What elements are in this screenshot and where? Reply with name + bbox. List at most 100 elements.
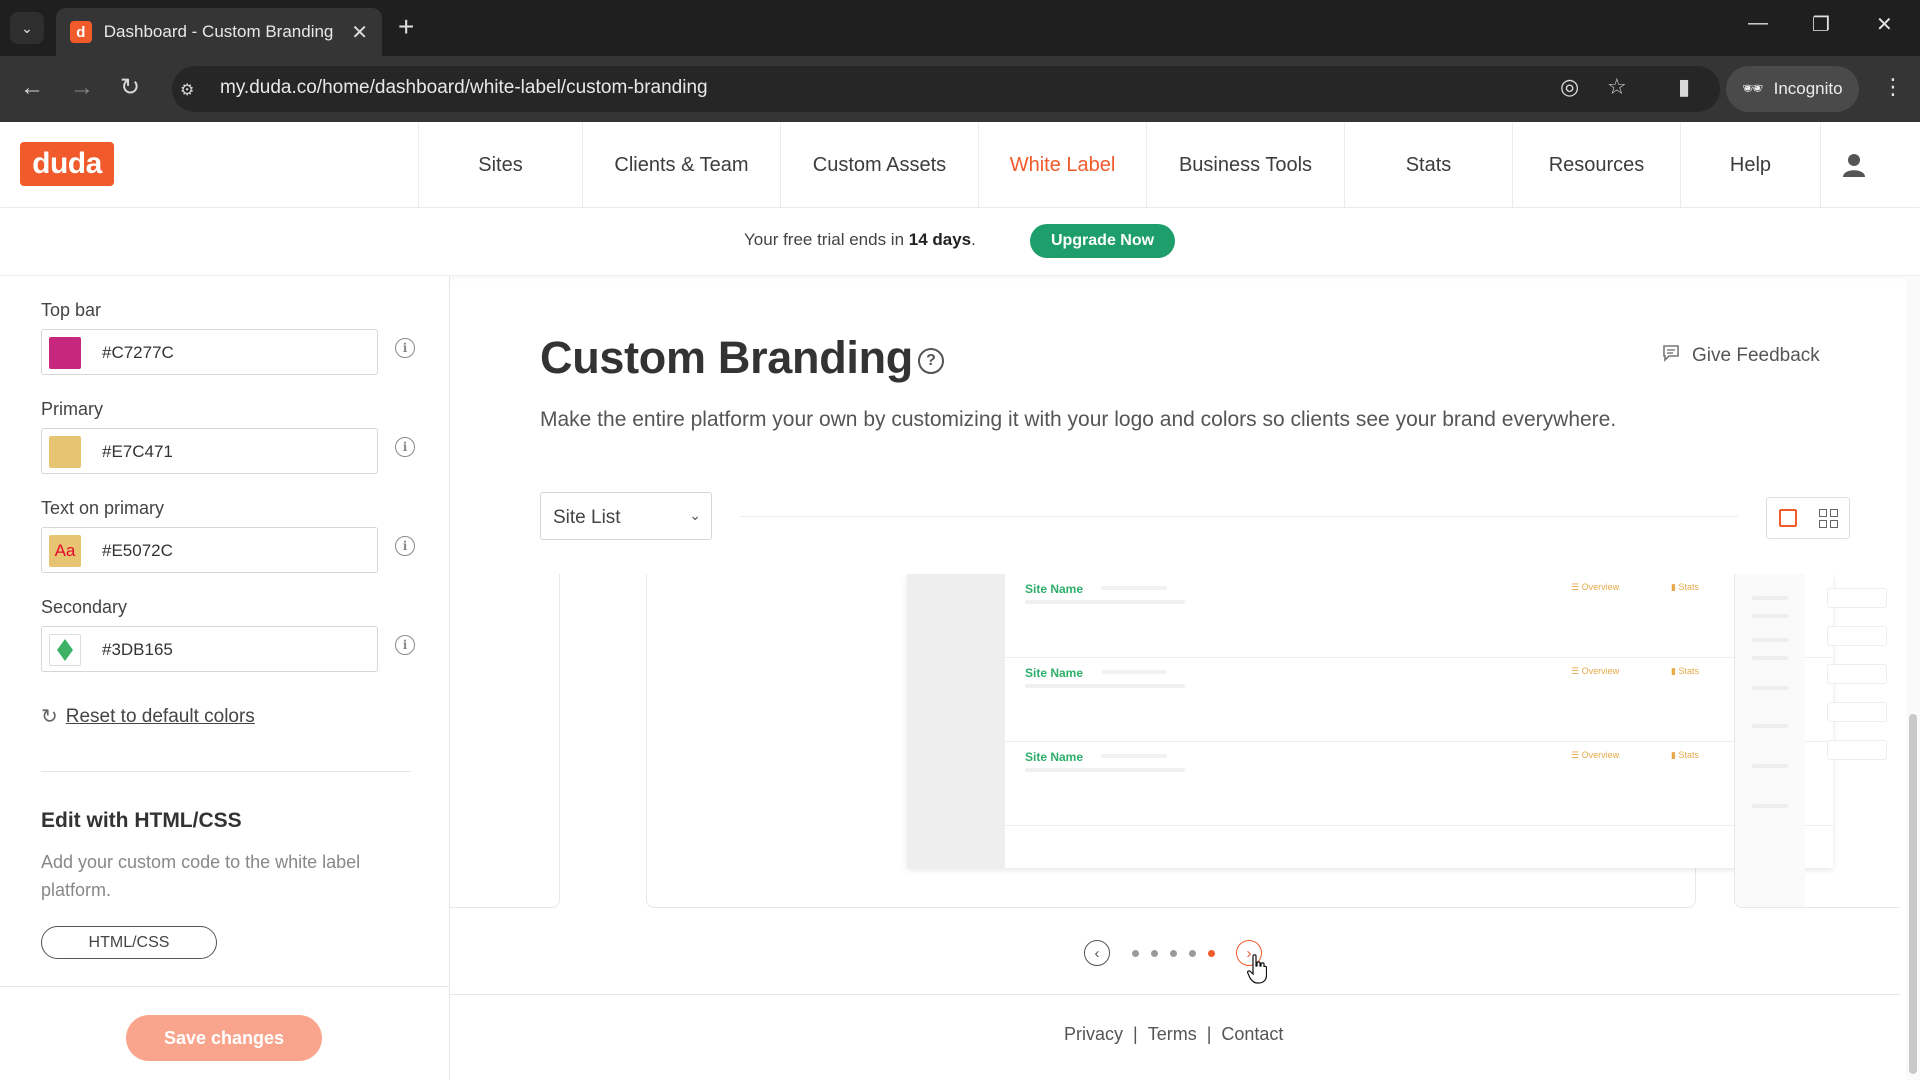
preview-row: Site Name ☰ Overview ▮ Stats ···	[1005, 658, 1833, 742]
site-settings-icon[interactable]: ⚙	[180, 80, 194, 100]
secondary-hex[interactable]: #3DB165	[102, 640, 173, 660]
minimize-icon[interactable]: —	[1748, 12, 1768, 35]
nav-stats[interactable]: Stats	[1344, 122, 1512, 208]
top-bar-color-group: Top bar #C7277C i	[41, 300, 415, 375]
close-window-icon[interactable]: ✕	[1876, 12, 1893, 37]
browser-tab[interactable]: d Dashboard - Custom Branding | ✕	[56, 8, 382, 56]
page-title: Custom Branding	[540, 332, 913, 383]
placeholder-line	[1101, 754, 1167, 758]
restore-window-icon[interactable]: ❐	[1812, 12, 1830, 37]
single-view-button[interactable]	[1767, 498, 1808, 538]
preview-slide-next[interactable]	[1734, 574, 1900, 908]
page-subtitle: Make the entire platform your own by cus…	[540, 408, 1617, 431]
html-css-button[interactable]: HTML/CSS	[41, 926, 217, 959]
scrollbar[interactable]	[1906, 276, 1920, 1080]
placeholder-line	[1025, 768, 1185, 772]
chevron-left-icon[interactable]: ‹	[1084, 940, 1110, 966]
primary-swatch[interactable]	[49, 436, 81, 468]
nav-custom-assets[interactable]: Custom Assets	[780, 122, 978, 208]
reset-colors-link[interactable]: ↻ Reset to default colors	[41, 704, 255, 729]
contact-link[interactable]: Contact	[1221, 1024, 1283, 1045]
preview-overview: ☰ Overview	[1571, 582, 1620, 592]
preview-view-select[interactable]: Site List ⌄	[540, 492, 712, 540]
terms-link[interactable]: Terms	[1148, 1024, 1197, 1045]
preview-slide-previous[interactable]	[450, 574, 560, 908]
diamond-icon	[57, 639, 73, 661]
back-arrow-icon[interactable]: ←	[20, 74, 44, 102]
grid-view-button[interactable]	[1808, 498, 1849, 538]
save-changes-button[interactable]: Save changes	[126, 1015, 322, 1061]
upgrade-now-button[interactable]: Upgrade Now	[1030, 224, 1175, 258]
side-panel-icon[interactable]: ▮	[1678, 74, 1690, 100]
placeholder-line	[1827, 626, 1887, 646]
top-bar-label: Top bar	[41, 300, 102, 320]
text-on-primary-color-input[interactable]: Aa #E5072C	[41, 527, 378, 573]
user-account-icon[interactable]	[1820, 122, 1886, 208]
nav-white-label[interactable]: White Label	[978, 122, 1146, 208]
secondary-color-input[interactable]: #3DB165	[41, 626, 378, 672]
preview-stats: ▮ Stats	[1671, 750, 1699, 760]
hand-cursor-icon	[1247, 954, 1267, 984]
preview-carousel: Site Name ☰ Overview ▮ Stats ··· Site Na…	[450, 574, 1900, 910]
text-on-primary-hex[interactable]: #E5072C	[102, 541, 173, 561]
preview-sidebar	[1735, 574, 1805, 907]
divider	[41, 771, 411, 772]
secondary-swatch[interactable]	[49, 634, 81, 666]
incognito-badge[interactable]: 🕶 Incognito	[1726, 66, 1859, 112]
top-bar-color-input[interactable]: #C7277C	[41, 329, 378, 375]
help-question-icon[interactable]: ?	[918, 348, 944, 374]
main-nav: Sites Clients & Team Custom Assets White…	[418, 122, 1886, 208]
browser-menu-icon[interactable]: ⋮	[1882, 74, 1904, 100]
nav-clients-team[interactable]: Clients & Team	[582, 122, 780, 208]
secondary-label: Secondary	[41, 597, 128, 617]
placeholder-line	[1827, 588, 1887, 608]
preview-stats: ▮ Stats	[1671, 666, 1699, 676]
nav-resources[interactable]: Resources	[1512, 122, 1680, 208]
placeholder-line	[1101, 586, 1167, 590]
text-on-primary-swatch[interactable]: Aa	[49, 535, 81, 567]
give-feedback-link[interactable]: Give Feedback	[1662, 344, 1820, 367]
placeholder-line	[1827, 664, 1887, 684]
close-tab-icon[interactable]: ✕	[351, 20, 368, 45]
reset-colors-label[interactable]: Reset to default colors	[66, 706, 255, 728]
top-bar-hex[interactable]: #C7277C	[102, 343, 174, 363]
pager-dot[interactable]	[1189, 950, 1196, 957]
eye-slash-icon[interactable]: ◎	[1560, 74, 1579, 100]
info-icon[interactable]: i	[395, 338, 415, 358]
edit-html-css-description: Add your custom code to the white label …	[41, 852, 361, 900]
footer-separator: |	[1133, 1024, 1138, 1044]
new-tab-plus-icon[interactable]: +	[398, 12, 414, 42]
footer-links: Privacy | Terms | Contact	[1064, 1024, 1283, 1045]
save-bar: Save changes	[0, 986, 450, 1080]
privacy-link[interactable]: Privacy	[1064, 1024, 1123, 1045]
text-on-primary-color-group: Text on primary Aa #E5072C i	[41, 498, 415, 573]
pager-dot[interactable]	[1132, 950, 1139, 957]
bookmark-star-icon[interactable]: ☆	[1607, 74, 1627, 100]
placeholder-line	[1025, 600, 1185, 604]
info-icon[interactable]: i	[395, 635, 415, 655]
nav-help[interactable]: Help	[1680, 122, 1820, 208]
pager-dot-active[interactable]	[1208, 950, 1215, 957]
reload-icon[interactable]: ↻	[120, 74, 140, 102]
primary-color-input[interactable]: #E7C471	[41, 428, 378, 474]
nav-business-tools[interactable]: Business Tools	[1146, 122, 1344, 208]
top-bar-swatch[interactable]	[49, 337, 81, 369]
primary-hex[interactable]: #E7C471	[102, 442, 173, 462]
app-header: duda Sites Clients & Team Custom Assets …	[0, 122, 1920, 208]
scrollbar-thumb[interactable]	[1909, 714, 1917, 1074]
preview-row: Site Name ☰ Overview ▮ Stats ···	[1005, 574, 1833, 658]
tab-list-chevron-icon[interactable]: ⌄	[10, 12, 44, 44]
pager-dot[interactable]	[1170, 950, 1177, 957]
carousel-pager: ‹ ›	[1084, 936, 1268, 968]
preview-site-list: Site Name ☰ Overview ▮ Stats ··· Site Na…	[1005, 574, 1833, 868]
preview-overview: ☰ Overview	[1571, 750, 1620, 760]
info-icon[interactable]: i	[395, 437, 415, 457]
give-feedback-label: Give Feedback	[1692, 344, 1820, 366]
url-text[interactable]: my.duda.co/home/dashboard/white-label/cu…	[220, 77, 708, 99]
forward-arrow-icon[interactable]: →	[70, 74, 94, 102]
preview-site-name: Site Name	[1025, 750, 1084, 764]
duda-logo[interactable]: duda	[20, 142, 114, 186]
pager-dot[interactable]	[1151, 950, 1158, 957]
info-icon[interactable]: i	[395, 536, 415, 556]
nav-sites[interactable]: Sites	[418, 122, 582, 208]
